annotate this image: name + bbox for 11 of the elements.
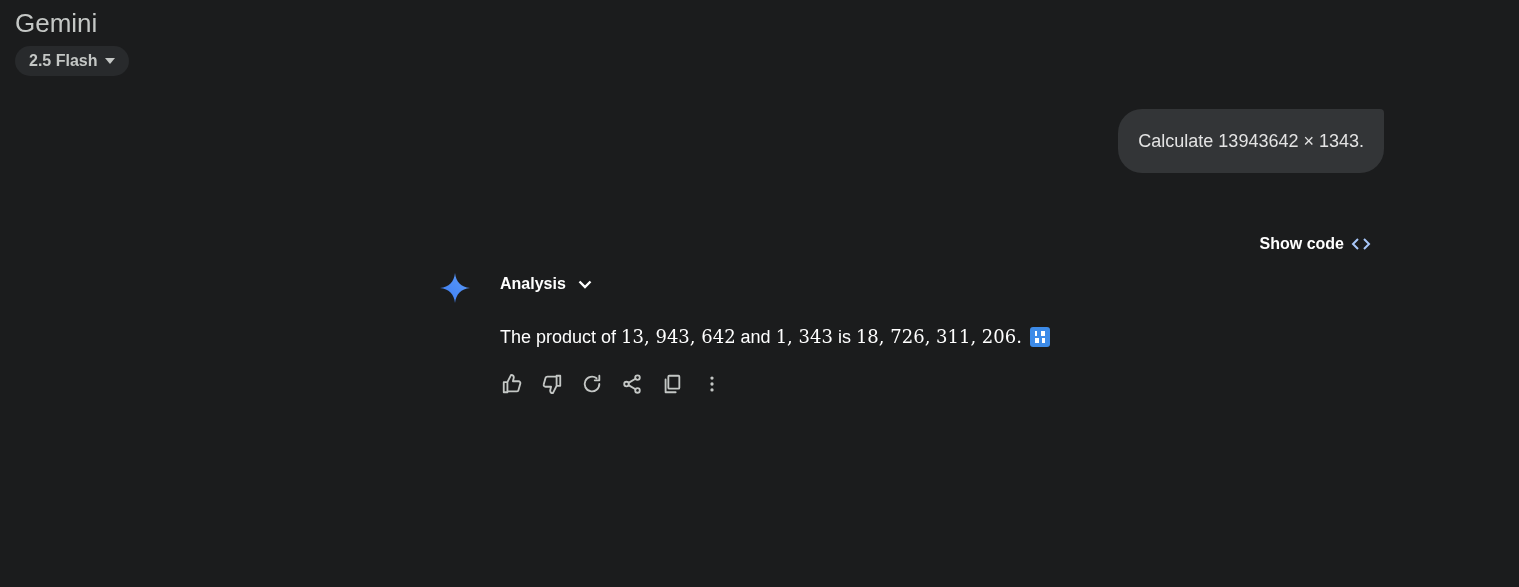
analysis-toggle[interactable]: Analysis <box>500 270 592 298</box>
numbers-icon <box>1029 327 1050 347</box>
sparkle-icon <box>440 273 470 303</box>
model-selector[interactable]: 2.5 Flash <box>15 46 130 76</box>
user-message: Calculate 13943642 × 1343. <box>1118 109 1384 173</box>
code-icon <box>1350 237 1372 251</box>
chevron-icon <box>577 279 592 289</box>
app-title: Gemini <box>15 8 99 38</box>
caret-icon <box>105 58 116 64</box>
show-code-button[interactable]: Show code <box>1259 235 1372 253</box>
answer-text: The product of 13, 943, 642 and 1, 343 is 18, 726, 311, 206. <box>500 326 1022 348</box>
